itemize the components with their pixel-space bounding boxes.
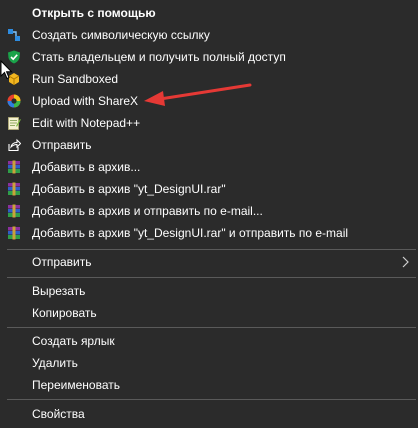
menu-item-label: Отправить	[32, 255, 92, 269]
menu-item-label: Создать ярлык	[32, 334, 115, 348]
menu-item-label: Добавить в архив и отправить по e-mail..…	[32, 204, 263, 218]
menu-item-open-with[interactable]: Открыть с помощью	[0, 2, 418, 24]
menu-item-label: Добавить в архив...	[32, 160, 141, 174]
menu-item-send-to[interactable]: Отправить	[0, 251, 418, 273]
menu-item-label: Edit with Notepad++	[32, 116, 141, 130]
menu-separator	[7, 327, 416, 328]
menu-item-label: Отправить	[32, 138, 92, 152]
menu-item-cut[interactable]: Вырезать	[0, 280, 418, 302]
sharex-icon	[7, 94, 21, 108]
menu-item-add-to-named-archive[interactable]: Добавить в архив "yt_DesignUI.rar"	[0, 178, 418, 200]
menu-separator	[7, 249, 416, 250]
menu-item-create-shortcut[interactable]: Создать ярлык	[0, 330, 418, 352]
menu-item-label: Вырезать	[32, 284, 86, 298]
winrar-icon	[8, 160, 20, 174]
menu-item-run-sandboxed[interactable]: Run Sandboxed	[0, 68, 418, 90]
menu-separator	[7, 399, 416, 400]
context-menu: Открыть с помощью Создать символическую …	[0, 0, 418, 428]
menu-item-label: Свойства	[32, 407, 85, 421]
menu-item-label: Стать владельцем и получить полный досту…	[32, 50, 286, 64]
menu-item-label: Открыть с помощью	[32, 6, 156, 20]
menu-item-delete[interactable]: Удалить	[0, 352, 418, 374]
winrar-icon	[8, 226, 20, 240]
symlink-icon	[8, 29, 20, 41]
mouse-cursor-icon	[0, 60, 13, 80]
winrar-icon	[8, 204, 20, 218]
menu-item-add-to-archive[interactable]: Добавить в архив...	[0, 156, 418, 178]
menu-separator	[7, 277, 416, 278]
menu-item-share[interactable]: Отправить	[0, 134, 418, 156]
menu-item-take-ownership[interactable]: Стать владельцем и получить полный досту…	[0, 46, 418, 68]
menu-item-add-to-archive-email[interactable]: Добавить в архив и отправить по e-mail..…	[0, 200, 418, 222]
menu-item-label: Создать символическую ссылку	[32, 28, 210, 42]
menu-item-label: Удалить	[32, 356, 78, 370]
share-icon	[8, 138, 21, 152]
menu-item-label: Run Sandboxed	[32, 72, 119, 86]
menu-item-label: Переименовать	[32, 378, 120, 392]
menu-item-copy[interactable]: Копировать	[0, 302, 418, 324]
menu-item-properties[interactable]: Свойства	[0, 403, 418, 425]
winrar-icon	[8, 182, 20, 196]
menu-item-label: Добавить в архив "yt_DesignUI.rar" и отп…	[32, 226, 349, 240]
menu-item-upload-sharex[interactable]: Upload with ShareX	[0, 90, 418, 112]
menu-item-edit-notepadpp[interactable]: Edit with Notepad++	[0, 112, 418, 134]
menu-item-rename[interactable]: Переименовать	[0, 374, 418, 396]
menu-item-label: Добавить в архив "yt_DesignUI.rar"	[32, 182, 226, 196]
menu-item-label: Upload with ShareX	[32, 94, 139, 108]
menu-item-add-to-named-archive-email[interactable]: Добавить в архив "yt_DesignUI.rar" и отп…	[0, 222, 418, 244]
menu-item-label: Копировать	[32, 306, 97, 320]
chevron-right-icon	[402, 256, 409, 268]
menu-item-create-symlink[interactable]: Создать символическую ссылку	[0, 24, 418, 46]
notepadpp-icon	[8, 117, 21, 130]
